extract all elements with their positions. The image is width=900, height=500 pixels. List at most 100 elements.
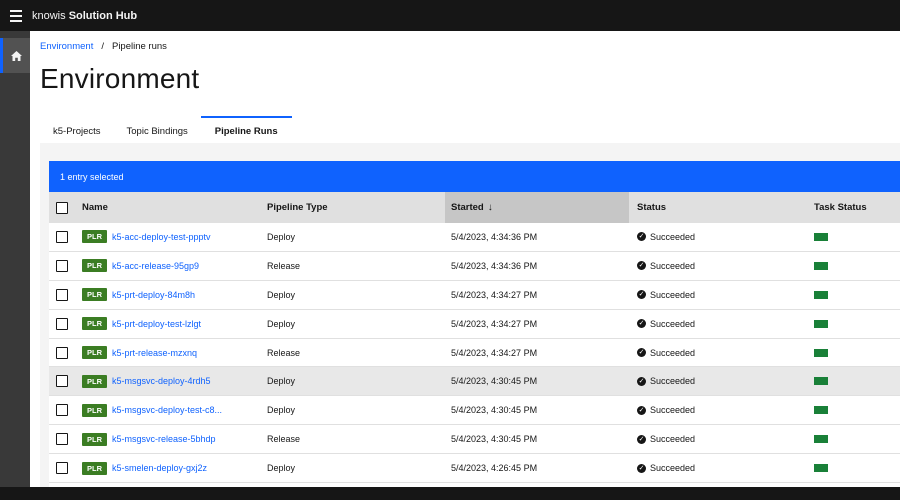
table-body: PLR k5-acc-deploy-test-ppptv Deploy 5/4/202… bbox=[49, 223, 900, 484]
column-header-task-status[interactable]: Task Status bbox=[814, 192, 900, 223]
status-text: Succeeded bbox=[650, 405, 696, 416]
started-cell: 5/4/2023, 4:26:45 PM bbox=[451, 463, 538, 474]
name-cell: PLR k5-acc-release-95gp9 bbox=[82, 259, 267, 273]
row-checkbox[interactable] bbox=[56, 288, 68, 301]
started-cell: 5/4/2023, 4:34:27 PM bbox=[451, 289, 538, 300]
pipeline-run-link[interactable]: k5-msgsvc-deploy-4rdh5 bbox=[112, 376, 211, 386]
row-select-cell bbox=[49, 375, 82, 388]
table-row[interactable]: PLR k5-msgsvc-deploy-4rdh5 Deploy 5/4/2023,… bbox=[49, 367, 900, 397]
table-row[interactable]: PLR k5-prt-deploy-84m8h Deploy 5/4/2023, 4:… bbox=[49, 280, 900, 310]
task-status-bar[interactable] bbox=[814, 319, 828, 328]
row-checkbox[interactable] bbox=[56, 230, 68, 243]
bottom-bar bbox=[0, 487, 900, 500]
brand-prefix: knowis bbox=[32, 9, 66, 22]
column-header-status[interactable]: Status bbox=[629, 192, 814, 223]
column-header-pipeline-type[interactable]: Pipeline Type bbox=[267, 192, 445, 223]
checkmark-filled-icon: ✓ bbox=[637, 348, 646, 357]
row-checkbox[interactable] bbox=[56, 404, 68, 417]
task-status-cell bbox=[814, 290, 900, 299]
breadcrumb-link-environment[interactable]: Environment bbox=[40, 41, 93, 52]
checkmark-filled-icon: ✓ bbox=[637, 405, 646, 415]
main-content: Environment / Pipeline runs Environment … bbox=[30, 31, 900, 487]
checkmark-filled-icon: ✓ bbox=[637, 463, 646, 473]
task-status-bar[interactable] bbox=[814, 261, 828, 270]
task-status-bar[interactable] bbox=[814, 435, 828, 444]
started-cell: 5/4/2023, 4:34:36 PM bbox=[451, 231, 538, 242]
row-checkbox[interactable] bbox=[56, 346, 68, 359]
breadcrumb: Environment / Pipeline runs bbox=[40, 41, 167, 52]
row-checkbox[interactable] bbox=[56, 462, 68, 475]
status-cell: ✓ Succeeded bbox=[629, 405, 814, 415]
table-row[interactable]: PLR k5-msgsvc-release-5bhdp Release 5/4/202… bbox=[49, 425, 900, 455]
name-cell: PLR k5-msgsvc-deploy-4rdh5 bbox=[82, 374, 267, 388]
pipeline-run-link[interactable]: k5-prt-deploy-test-lzlgt bbox=[112, 319, 201, 329]
column-header-name[interactable]: Name bbox=[82, 192, 267, 223]
tab-pipeline-runs[interactable]: Pipeline Runs bbox=[200, 116, 292, 144]
plr-tag: PLR bbox=[82, 403, 107, 417]
row-checkbox[interactable] bbox=[56, 259, 68, 272]
row-select-cell bbox=[49, 462, 82, 475]
pipeline-type-cell: Deploy bbox=[267, 463, 296, 474]
row-select-cell bbox=[49, 404, 82, 417]
pipeline-run-link[interactable]: k5-msgsvc-deploy-test-c8... bbox=[112, 405, 222, 415]
status-text: Succeeded bbox=[650, 347, 696, 358]
app-brand[interactable]: knowis Solution Hub bbox=[32, 10, 137, 22]
table-row[interactable]: PLR k5-msgsvc-deploy-test-c8... Deploy 5/4/… bbox=[49, 396, 900, 426]
hamburger-menu-icon[interactable] bbox=[0, 0, 32, 31]
select-all-checkbox[interactable] bbox=[56, 201, 68, 214]
checkmark-filled-icon: ✓ bbox=[637, 319, 646, 329]
status-text: Succeeded bbox=[650, 318, 696, 329]
table-row[interactable]: PLR k5-acc-deploy-test-ppptv Deploy 5/4/202… bbox=[49, 223, 900, 252]
rail-item-home[interactable] bbox=[0, 38, 30, 73]
row-select-cell bbox=[49, 433, 82, 446]
task-status-cell bbox=[814, 232, 900, 241]
row-checkbox[interactable] bbox=[56, 375, 68, 388]
task-status-bar[interactable] bbox=[814, 232, 828, 241]
task-status-bar[interactable] bbox=[814, 406, 828, 415]
task-status-bar[interactable] bbox=[814, 348, 828, 357]
brand-name: Solution Hub bbox=[68, 9, 138, 22]
pipeline-run-link[interactable]: k5-prt-deploy-84m8h bbox=[112, 290, 195, 300]
status-cell: ✓ Succeeded bbox=[629, 319, 814, 329]
started-cell: 5/4/2023, 4:30:45 PM bbox=[451, 405, 538, 416]
tab-k5-projects[interactable]: k5-Projects bbox=[40, 116, 114, 144]
task-status-cell bbox=[814, 261, 900, 270]
status-text: Succeeded bbox=[650, 260, 696, 271]
pipeline-run-link[interactable]: k5-acc-release-95gp9 bbox=[112, 261, 199, 271]
task-status-bar[interactable] bbox=[814, 377, 828, 386]
started-cell: 5/4/2023, 4:30:45 PM bbox=[451, 434, 538, 445]
plr-tag: PLR bbox=[82, 317, 107, 331]
task-status-cell bbox=[814, 377, 900, 386]
pipeline-type-cell: Release bbox=[267, 347, 301, 358]
pipeline-run-link[interactable]: k5-smelen-deploy-gxj2z bbox=[112, 463, 207, 473]
status-cell: ✓ Succeeded bbox=[629, 463, 814, 473]
column-header-started[interactable]: Started ↓ bbox=[445, 192, 629, 223]
task-status-bar[interactable] bbox=[814, 464, 828, 473]
table-header: Name Pipeline Type Started ↓ Status Task… bbox=[49, 192, 900, 223]
pipeline-type-cell: Deploy bbox=[267, 318, 296, 329]
pipeline-run-link[interactable]: k5-acc-deploy-test-ppptv bbox=[112, 232, 211, 242]
pipeline-type-cell: Deploy bbox=[267, 231, 296, 242]
task-status-cell bbox=[814, 406, 900, 415]
row-checkbox[interactable] bbox=[56, 433, 68, 446]
table-row[interactable]: PLR k5-prt-release-mzxnq Release 5/4/2023, … bbox=[49, 338, 900, 368]
checkmark-filled-icon: ✓ bbox=[637, 434, 646, 444]
table-row[interactable]: PLR k5-smelen-deploy-gxj2z Deploy 5/4/2023,… bbox=[49, 454, 900, 484]
row-checkbox[interactable] bbox=[56, 317, 68, 330]
batch-action-bar: 1 entry selected bbox=[49, 161, 900, 192]
task-status-bar[interactable] bbox=[814, 290, 828, 299]
status-text: Succeeded bbox=[650, 289, 696, 300]
pipeline-run-link[interactable]: k5-msgsvc-release-5bhdp bbox=[112, 434, 216, 444]
status-text: Succeeded bbox=[650, 376, 696, 387]
tab-topic-bindings[interactable]: Topic Bindings bbox=[114, 116, 201, 144]
table-row[interactable]: PLR k5-prt-deploy-test-lzlgt Deploy 5/4/202… bbox=[49, 309, 900, 339]
table-row[interactable]: PLR k5-acc-release-95gp9 Release 5/4/2023, … bbox=[49, 251, 900, 281]
pipeline-type-cell: Deploy bbox=[267, 289, 296, 300]
pipeline-run-link[interactable]: k5-prt-release-mzxnq bbox=[112, 348, 197, 358]
started-cell: 5/4/2023, 4:34:36 PM bbox=[451, 260, 538, 271]
status-cell: ✓ Succeeded bbox=[629, 261, 814, 271]
name-cell: PLR k5-smelen-deploy-gxj2z bbox=[82, 461, 267, 475]
tab-list: k5-Projects Topic Bindings Pipeline Runs bbox=[40, 116, 292, 142]
plr-tag: PLR bbox=[82, 346, 107, 359]
task-status-cell bbox=[814, 464, 900, 473]
